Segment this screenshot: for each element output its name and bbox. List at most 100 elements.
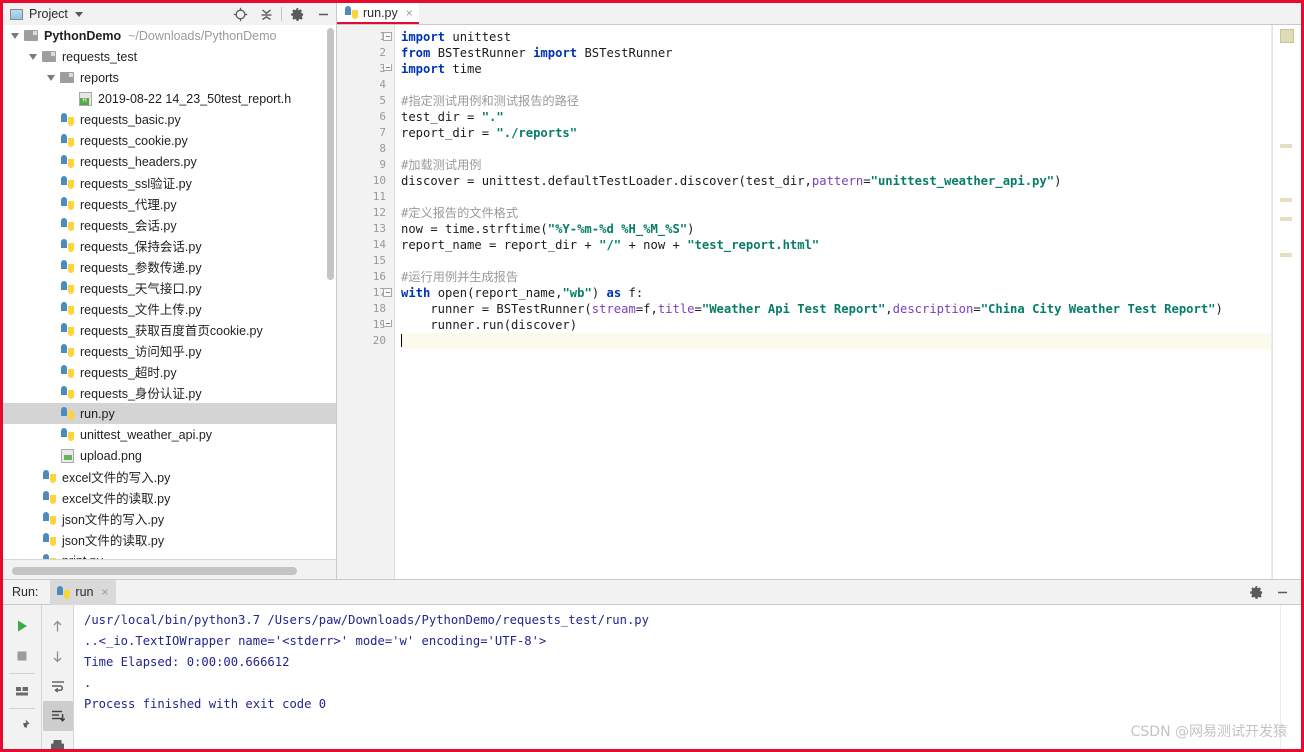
tree-row[interactable]: requests_ssl验证.py xyxy=(3,172,336,193)
tree-row[interactable]: json文件的读取.py xyxy=(3,529,336,550)
tree-row[interactable]: excel文件的读取.py xyxy=(3,487,336,508)
code-line[interactable] xyxy=(401,189,1301,205)
tree-row[interactable]: upload.png xyxy=(3,445,336,466)
tree-row[interactable]: print.py xyxy=(3,550,336,559)
expand-arrow-icon[interactable] xyxy=(29,53,37,60)
top-row: Project run.py × xyxy=(3,3,1301,25)
tree-row[interactable]: 2019-08-22 14_23_50test_report.h xyxy=(3,88,336,109)
tree-row[interactable]: requests_天气接口.py xyxy=(3,277,336,298)
chevron-down-icon[interactable] xyxy=(74,11,83,17)
code-line[interactable]: #指定测试用例和测试报告的路径 xyxy=(401,93,1301,109)
tree-row[interactable]: PythonDemo ~/Downloads/PythonDemo xyxy=(3,25,336,46)
tree-row[interactable]: requests_basic.py xyxy=(3,109,336,130)
code-line[interactable]: #加载测试用例 xyxy=(401,157,1301,173)
settings-gear-icon[interactable] xyxy=(284,3,310,25)
line-number: 9 xyxy=(379,158,386,171)
tree-row-label: json文件的读取.py xyxy=(62,534,165,548)
code-fold-toggle[interactable] xyxy=(383,64,392,71)
tree-row[interactable]: requests_身份认证.py xyxy=(3,382,336,403)
code-line[interactable]: from BSTestRunner import BSTestRunner xyxy=(401,45,1301,61)
tree-row[interactable]: requests_获取百度首页cookie.py xyxy=(3,319,336,340)
tree-row[interactable]: json文件的写入.py xyxy=(3,508,336,529)
scroll-to-end-icon[interactable] xyxy=(42,701,73,731)
code-line[interactable]: #运行用例并生成报告 xyxy=(401,269,1301,285)
tree-vertical-scrollbar[interactable] xyxy=(327,28,334,280)
run-icon[interactable] xyxy=(7,611,37,641)
tree-row[interactable]: requests_headers.py xyxy=(3,151,336,172)
marker-stripe xyxy=(1280,217,1292,221)
minimize-icon[interactable] xyxy=(1269,581,1295,603)
code-token: runner = BSTestRunner( xyxy=(401,302,592,316)
layout-icon[interactable] xyxy=(7,676,37,706)
code-line[interactable]: runner = BSTestRunner(stream=f,title="We… xyxy=(401,301,1301,317)
code-line[interactable]: import unittest xyxy=(401,29,1301,45)
watermark: CSDN @网易测试开发猿 xyxy=(1130,724,1287,740)
console-line: . xyxy=(84,676,92,690)
close-icon[interactable]: × xyxy=(406,6,413,20)
code-token: #指定测试用例和测试报告的路径 xyxy=(401,94,579,108)
code-token: "Weather Api Test Report" xyxy=(701,302,886,316)
code-line[interactable]: now = time.strftime("%Y-%m-%d %H_%M_%S") xyxy=(401,221,1301,237)
console-output[interactable]: /usr/local/bin/python3.7 /Users/paw/Down… xyxy=(74,605,1280,749)
code-fold-toggle[interactable] xyxy=(383,320,392,327)
tree-row[interactable]: requests_超时.py xyxy=(3,361,336,382)
code-line[interactable] xyxy=(401,253,1301,269)
tree-row[interactable]: requests_参数传递.py xyxy=(3,256,336,277)
expand-arrow-icon[interactable] xyxy=(47,74,55,81)
tree-row[interactable]: requests_cookie.py xyxy=(3,130,336,151)
tree-row[interactable]: requests_保持会话.py xyxy=(3,235,336,256)
code-line[interactable]: test_dir = "." xyxy=(401,109,1301,125)
code-token: #加载测试用例 xyxy=(401,158,482,172)
down-arrow-icon[interactable] xyxy=(43,641,73,671)
code-line[interactable]: report_dir = "./reports" xyxy=(401,125,1301,141)
python-file-icon xyxy=(61,155,74,168)
code-token: import xyxy=(401,62,446,76)
code-line[interactable]: import time xyxy=(401,61,1301,77)
stop-icon[interactable] xyxy=(7,641,37,671)
pin-icon[interactable] xyxy=(7,711,37,741)
tree-row[interactable]: requests_test xyxy=(3,46,336,67)
tree-row[interactable]: requests_代理.py xyxy=(3,193,336,214)
run-toolbar-left xyxy=(3,605,42,749)
tree-row[interactable]: requests_访问知乎.py xyxy=(3,340,336,361)
code-line[interactable] xyxy=(401,333,1301,349)
print-icon[interactable] xyxy=(43,731,73,749)
run-tab[interactable]: run × xyxy=(50,579,116,605)
main-area: PythonDemo ~/Downloads/PythonDemo requests… xyxy=(3,25,1301,579)
minimize-icon[interactable] xyxy=(310,3,336,25)
soft-wrap-icon[interactable] xyxy=(43,671,73,701)
code-line[interactable]: with open(report_name,"wb") as f: xyxy=(401,285,1301,301)
html-file-icon xyxy=(79,91,92,106)
tree-row[interactable]: requests_会话.py xyxy=(3,214,336,235)
python-file-icon xyxy=(61,365,74,378)
code-fold-toggle[interactable] xyxy=(383,288,392,297)
expand-arrow-icon[interactable] xyxy=(11,32,19,39)
tree-row[interactable]: run.py xyxy=(3,403,336,424)
code-line[interactable] xyxy=(401,77,1301,93)
code-token: title xyxy=(657,302,695,316)
tree-row[interactable]: reports xyxy=(3,67,336,88)
code-line[interactable]: #定义报告的文件格式 xyxy=(401,205,1301,221)
code-line[interactable] xyxy=(401,141,1301,157)
collapse-all-icon[interactable] xyxy=(253,3,279,25)
tree-row[interactable]: unittest_weather_api.py xyxy=(3,424,336,445)
code-line[interactable]: runner.run(discover) xyxy=(401,317,1301,333)
tree-row[interactable]: excel文件的写入.py xyxy=(3,466,336,487)
project-tree[interactable]: PythonDemo ~/Downloads/PythonDemo requests… xyxy=(3,25,336,559)
line-number-gutter[interactable]: 1234567891011121314151617181920 xyxy=(337,25,395,579)
code-fold-toggle[interactable] xyxy=(383,32,392,41)
settings-gear-icon[interactable] xyxy=(1243,581,1269,603)
editor-marker-bar[interactable] xyxy=(1272,25,1301,579)
up-arrow-icon[interactable] xyxy=(43,611,73,641)
line-number: 7 xyxy=(379,126,386,139)
python-file-icon xyxy=(345,6,358,19)
code-line[interactable]: discover = unittest.defaultTestLoader.di… xyxy=(401,173,1301,189)
code-editor[interactable]: 1234567891011121314151617181920 import u… xyxy=(337,25,1301,579)
code-content[interactable]: import unittest from BSTestRunner import … xyxy=(395,25,1301,579)
locate-icon[interactable] xyxy=(227,3,253,25)
tree-row[interactable]: requests_文件上传.py xyxy=(3,298,336,319)
close-icon[interactable]: × xyxy=(101,585,108,599)
code-line[interactable]: report_name = report_dir + "/" + now + "… xyxy=(401,237,1301,253)
tab-run-py[interactable]: run.py × xyxy=(337,3,419,24)
tree-horizontal-scrollbar[interactable] xyxy=(12,567,297,575)
